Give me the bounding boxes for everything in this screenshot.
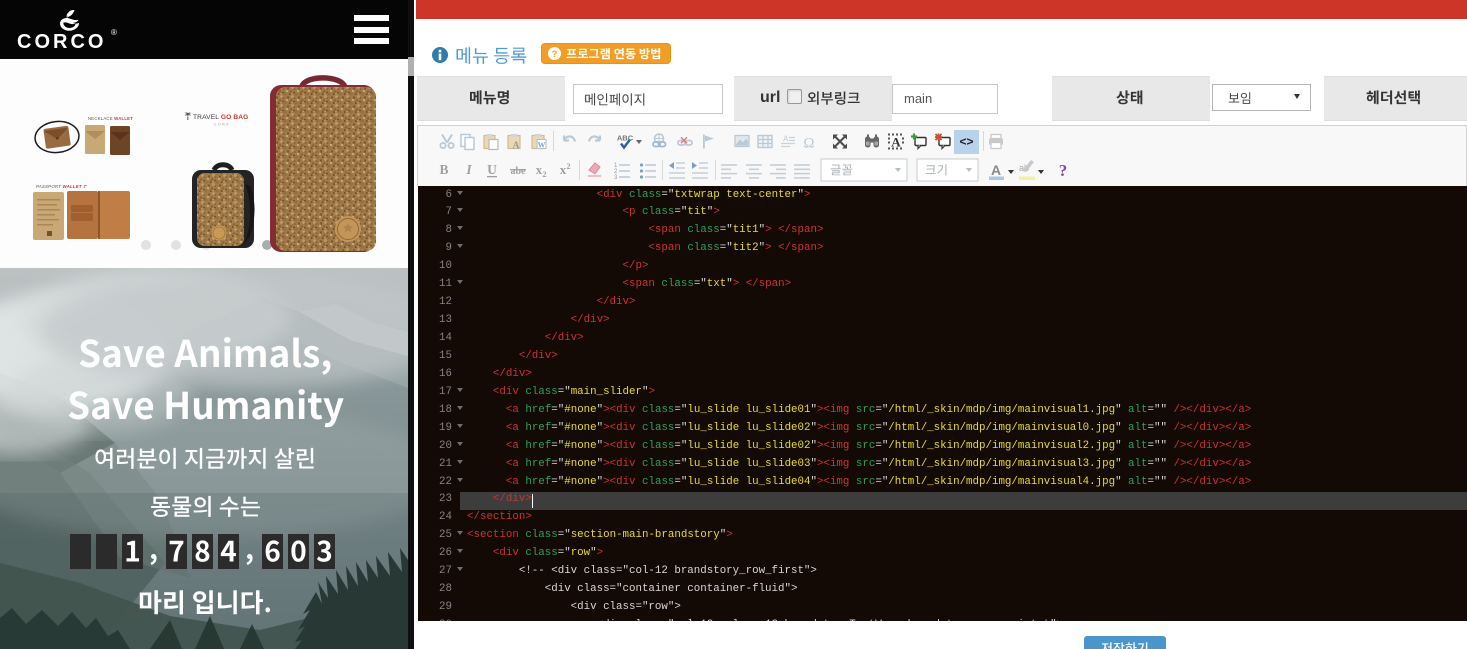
svg-text:ABC: ABC: [617, 134, 634, 143]
svg-text:CORK: CORK: [214, 123, 230, 127]
svg-text:2: 2: [567, 162, 571, 171]
svg-text:A: A: [512, 141, 520, 152]
svg-text:A: A: [891, 135, 901, 150]
svg-text:A: A: [991, 162, 1001, 178]
svg-text:U: U: [487, 162, 497, 177]
svg-text:2: 2: [543, 170, 547, 179]
svg-text:B: B: [439, 162, 448, 177]
svg-text:?: ?: [1059, 161, 1068, 180]
svg-text:A: A: [783, 135, 789, 144]
svg-text:<>: <>: [959, 135, 973, 149]
svg-text:W: W: [538, 141, 546, 150]
svg-text:?: ?: [552, 49, 558, 60]
svg-text:PASSPORT WALLET 7': PASSPORT WALLET 7': [36, 184, 88, 189]
svg-text:abe: abe: [511, 166, 527, 177]
svg-text:TRAVEL GO BAG: TRAVEL GO BAG: [193, 114, 248, 121]
svg-text:3: 3: [614, 175, 618, 181]
svg-text:Ω: Ω: [803, 136, 814, 152]
svg-text:NECKLACE WALLET: NECKLACE WALLET: [88, 116, 133, 121]
svg-text:I: I: [465, 162, 472, 177]
